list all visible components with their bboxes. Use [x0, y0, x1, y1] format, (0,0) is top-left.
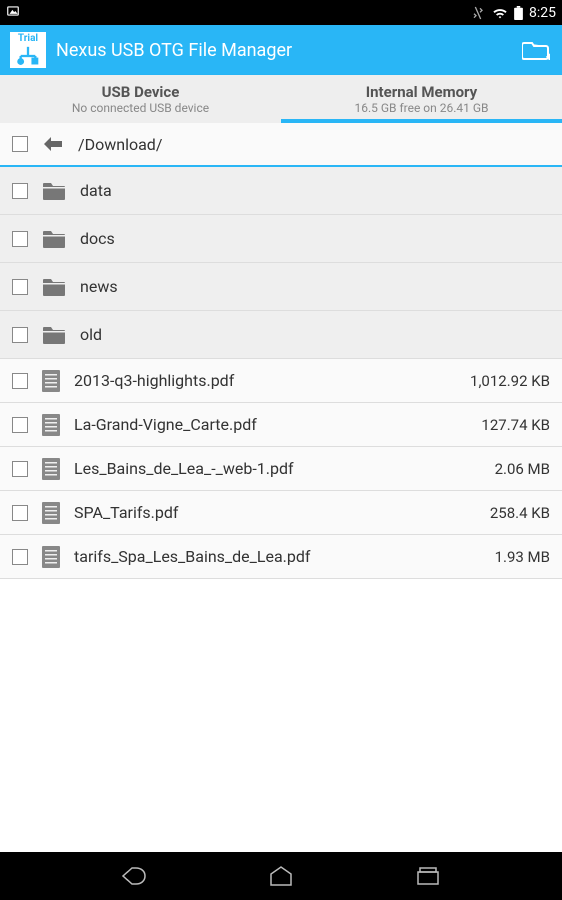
- vibrate-icon: [470, 5, 486, 21]
- tab-usb-device[interactable]: USB Device No connected USB device: [0, 75, 281, 123]
- folder-icon: [42, 277, 66, 297]
- list-item[interactable]: SPA_Tarifs.pdf 258.4 KB: [0, 491, 562, 535]
- item-name: news: [80, 277, 550, 296]
- app-title: Nexus USB OTG File Manager: [56, 40, 520, 61]
- file-icon: [42, 546, 60, 568]
- list-item[interactable]: Les_Bains_de_Lea_-_web-1.pdf 2.06 MB: [0, 447, 562, 491]
- list-item[interactable]: data: [0, 167, 562, 215]
- file-list: data docs news old 2013-q3-highlights.pdf 1,0…: [0, 167, 562, 579]
- nav-home-button[interactable]: [264, 863, 298, 889]
- android-nav-bar: [0, 852, 562, 900]
- list-item[interactable]: 2013-q3-highlights.pdf 1,012.92 KB: [0, 359, 562, 403]
- current-path: /Download/: [78, 135, 162, 154]
- item-checkbox[interactable]: [12, 327, 28, 343]
- list-item[interactable]: old: [0, 311, 562, 359]
- item-name: 2013-q3-highlights.pdf: [74, 371, 456, 390]
- app-bar: Trial Nexus USB OTG File Manager +: [0, 25, 562, 75]
- tab-internal-memory[interactable]: Internal Memory 16.5 GB free on 26.41 GB: [281, 75, 562, 123]
- select-all-checkbox[interactable]: [12, 136, 28, 152]
- item-name: Les_Bains_de_Lea_-_web-1.pdf: [74, 459, 481, 478]
- list-item[interactable]: La-Grand-Vigne_Carte.pdf 127.74 KB: [0, 403, 562, 447]
- item-size: 2.06 MB: [495, 460, 550, 478]
- list-item[interactable]: tarifs_Spa_Les_Bains_de_Lea.pdf 1.93 MB: [0, 535, 562, 579]
- item-name: docs: [80, 229, 550, 248]
- item-name: SPA_Tarifs.pdf: [74, 503, 476, 522]
- item-checkbox[interactable]: [12, 279, 28, 295]
- item-checkbox[interactable]: [12, 183, 28, 199]
- path-row: /Download/: [0, 123, 562, 167]
- folder-icon: [42, 325, 66, 345]
- file-icon: [42, 458, 60, 480]
- folder-icon: [42, 229, 66, 249]
- item-checkbox[interactable]: [12, 373, 28, 389]
- image-notification-icon: [6, 4, 20, 22]
- storage-tabs: USB Device No connected USB device Inter…: [0, 75, 562, 123]
- item-checkbox[interactable]: [12, 231, 28, 247]
- item-size: 1.93 MB: [495, 548, 550, 566]
- item-checkbox[interactable]: [12, 417, 28, 433]
- file-icon: [42, 370, 60, 392]
- file-icon: [42, 502, 60, 524]
- status-time: 8:25: [529, 5, 556, 21]
- item-checkbox[interactable]: [12, 549, 28, 565]
- list-item[interactable]: docs: [0, 215, 562, 263]
- folder-icon: [42, 181, 66, 201]
- app-logo: Trial: [10, 32, 46, 68]
- item-name: tarifs_Spa_Les_Bains_de_Lea.pdf: [74, 547, 481, 566]
- item-checkbox[interactable]: [12, 505, 28, 521]
- new-folder-button[interactable]: +: [520, 34, 552, 66]
- item-size: 258.4 KB: [490, 504, 550, 522]
- item-size: 127.74 KB: [481, 416, 550, 434]
- wifi-icon: [492, 6, 508, 20]
- battery-icon: [514, 6, 523, 20]
- svg-text:+: +: [546, 50, 550, 61]
- file-icon: [42, 414, 60, 436]
- item-checkbox[interactable]: [12, 461, 28, 477]
- item-name: data: [80, 181, 550, 200]
- item-size: 1,012.92 KB: [470, 372, 550, 390]
- item-name: La-Grand-Vigne_Carte.pdf: [74, 415, 467, 434]
- status-bar: 8:25: [0, 0, 562, 25]
- nav-recent-button[interactable]: [411, 863, 445, 889]
- up-directory-button[interactable]: [42, 135, 64, 153]
- nav-back-button[interactable]: [117, 863, 151, 889]
- list-item[interactable]: news: [0, 263, 562, 311]
- item-name: old: [80, 325, 550, 344]
